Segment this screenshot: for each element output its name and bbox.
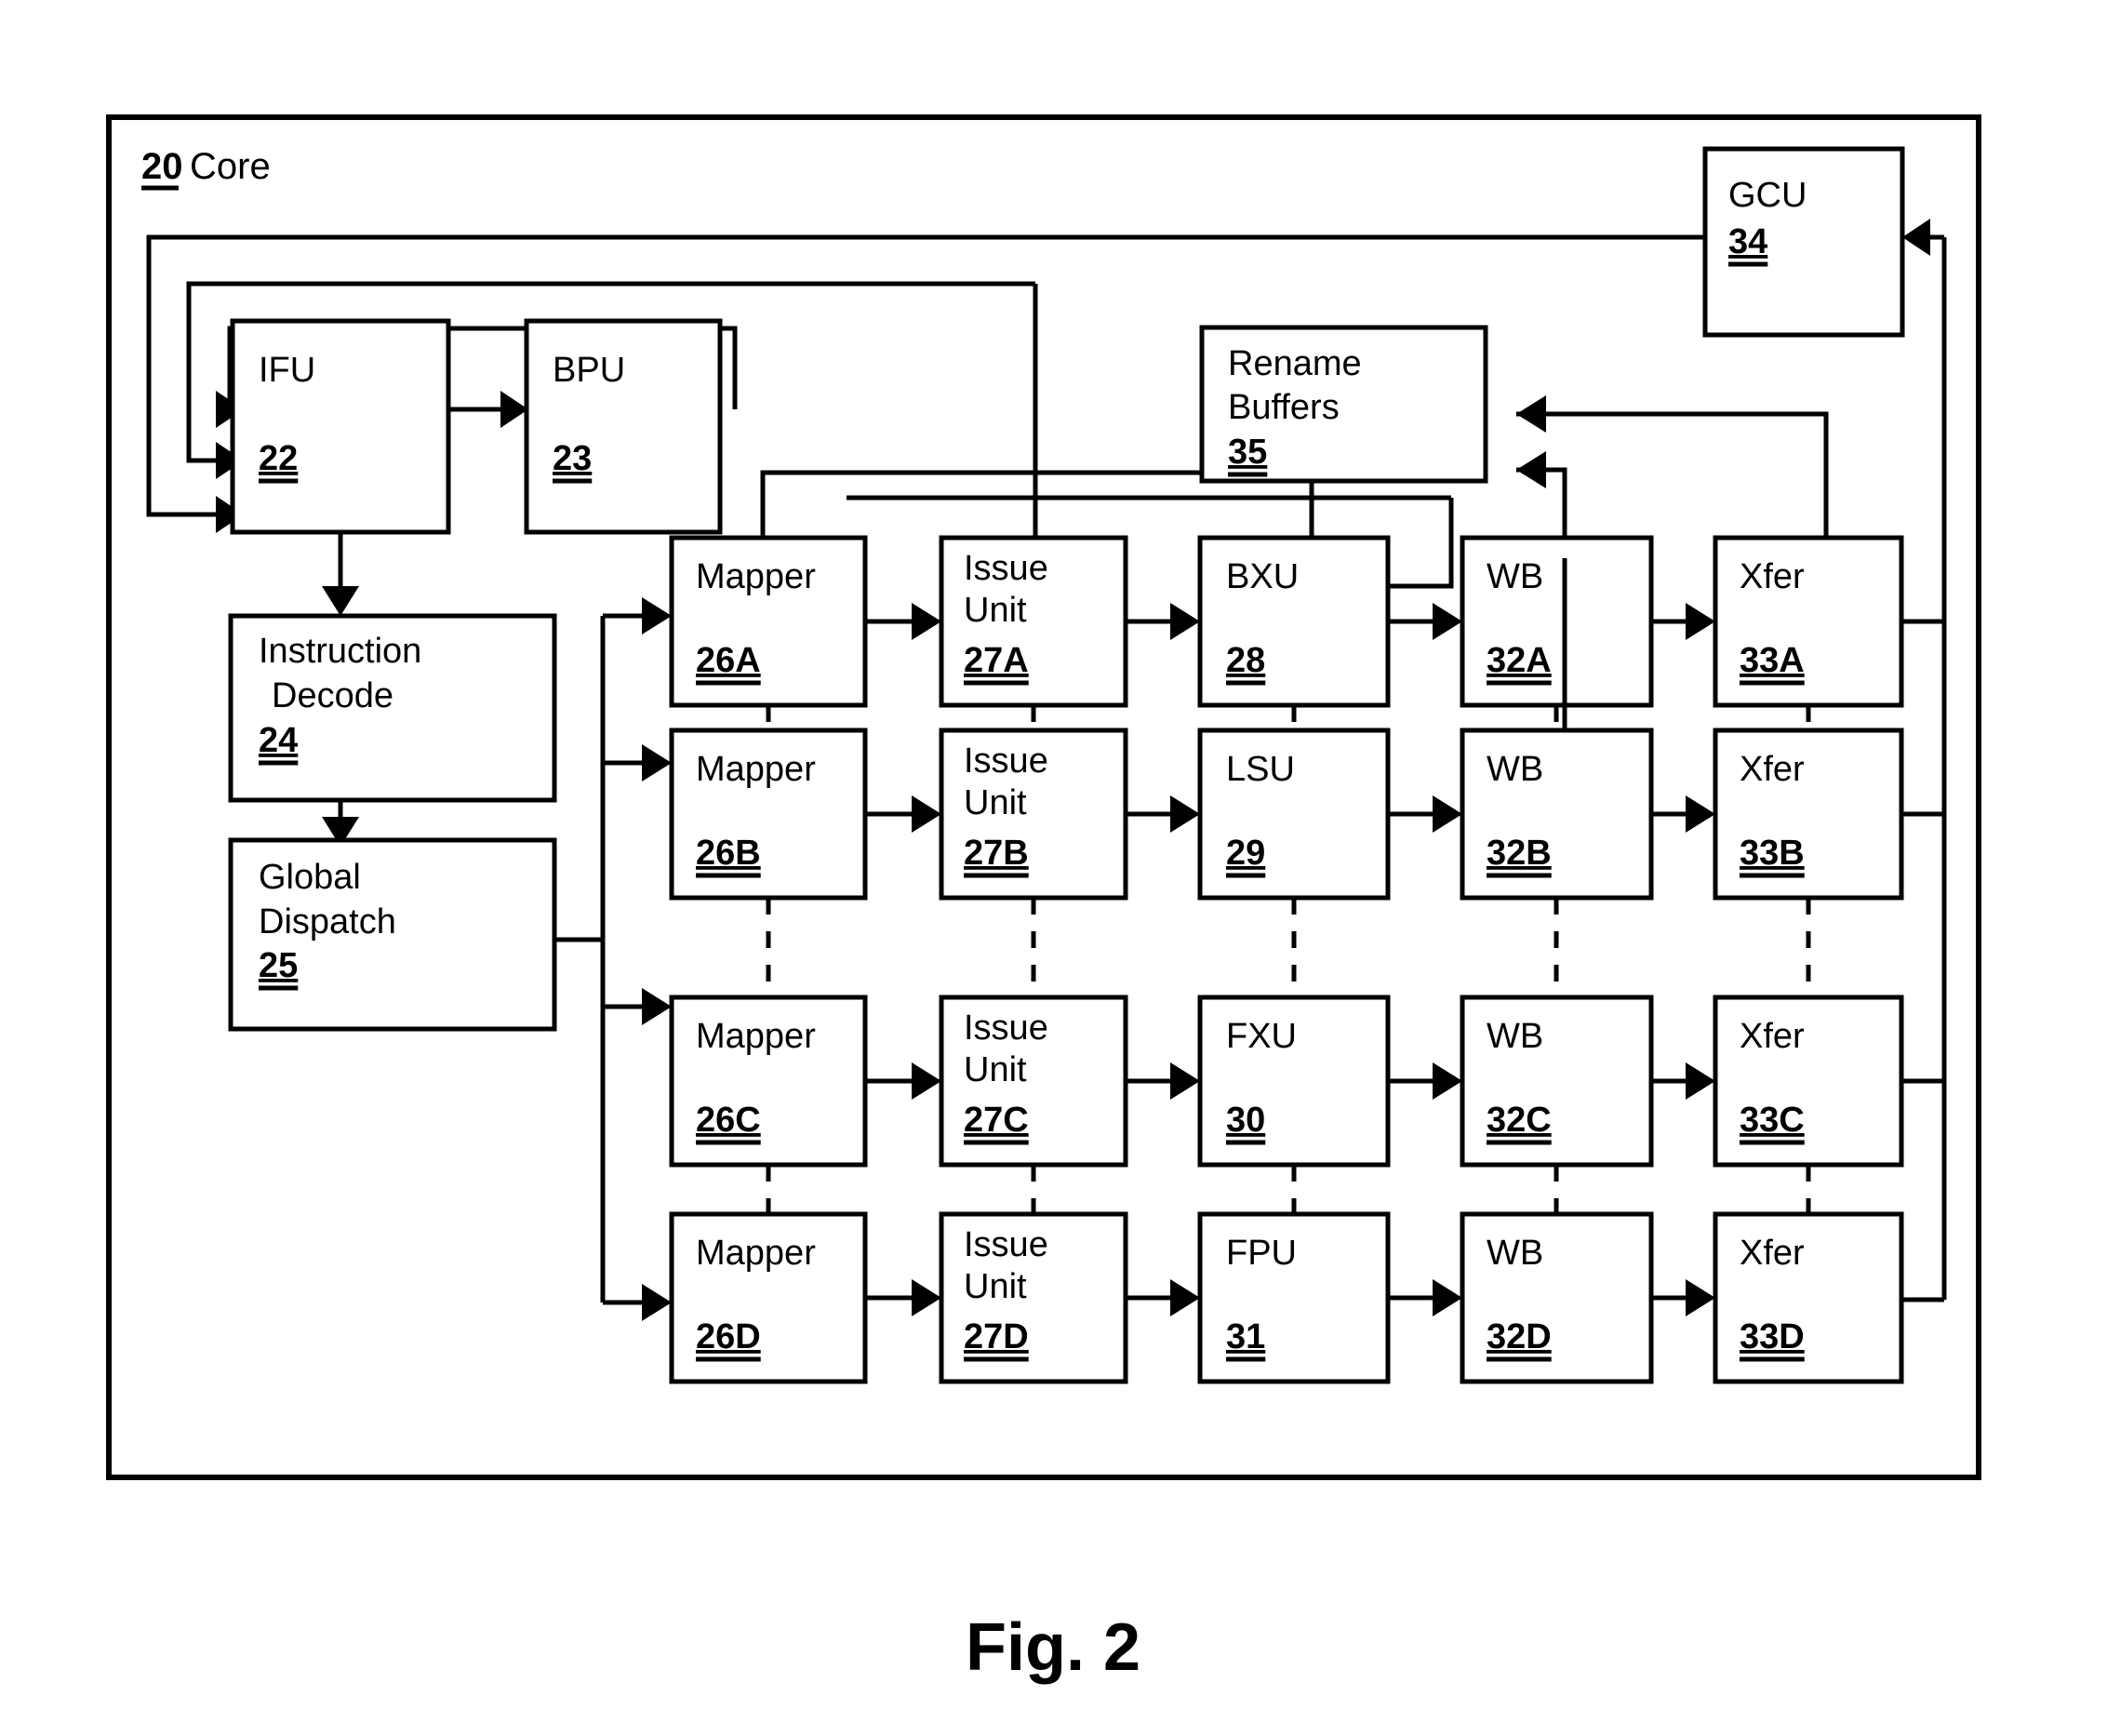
rename-buffers-label-line2: Buffers bbox=[1228, 388, 1340, 427]
wb-a-to-xfer-a-arrowhead bbox=[1686, 603, 1715, 640]
ifu-ref-number: 22 bbox=[259, 439, 298, 478]
bus-to-mapper-b-arrowhead bbox=[642, 744, 672, 781]
wb-c-to-xfer-c-arrowhead bbox=[1686, 1062, 1715, 1100]
lsu-ref-number: 29 bbox=[1226, 834, 1265, 873]
issue-a-label-line1: Issue bbox=[964, 549, 1048, 588]
global-dispatch-label-line2: Dispatch bbox=[259, 902, 396, 941]
rename-buffers-label-line1: Rename bbox=[1228, 344, 1362, 383]
return-bus-to-gcu-arrowhead bbox=[1902, 219, 1930, 256]
xfer-b-label: Xfer bbox=[1740, 750, 1805, 789]
issue-c-label-line1: Issue bbox=[964, 1008, 1048, 1048]
rename-buffers-ref-number: 35 bbox=[1228, 433, 1267, 472]
fpu-to-wb-d-arrowhead bbox=[1433, 1279, 1462, 1316]
wb-d-ref-number: 32D bbox=[1487, 1317, 1552, 1356]
gcu-ref-number: 34 bbox=[1728, 222, 1767, 261]
mapper-a-to-issue-a-arrowhead bbox=[912, 603, 941, 640]
lsu-to-wb-b-arrowhead bbox=[1433, 795, 1462, 833]
mapper-d-label: Mapper bbox=[696, 1234, 816, 1273]
mapper-c-to-issue-c-arrowhead bbox=[912, 1062, 941, 1100]
bxu-label: BXU bbox=[1226, 557, 1299, 596]
issue-c-label-line2: Unit bbox=[964, 1050, 1027, 1089]
core-title-label: Core bbox=[190, 146, 271, 187]
ifu-to-decode-arrowhead bbox=[322, 586, 359, 616]
instruction-decode-label-line1: Instruction bbox=[259, 632, 421, 671]
issue-c-to-fxu-arrowhead bbox=[1170, 1062, 1200, 1100]
bus-to-mapper-d-arrowhead bbox=[642, 1284, 672, 1321]
bxu-to-wb-a-arrowhead bbox=[1433, 603, 1462, 640]
wb-a-label: WB bbox=[1487, 557, 1543, 596]
wb-b-label: WB bbox=[1487, 750, 1543, 789]
patent-figure: 20 Core IFU 22 BPU 23 Instruction Decode… bbox=[0, 0, 2107, 1736]
xfer-d-label: Xfer bbox=[1740, 1234, 1805, 1273]
fxu-to-wb-c-arrowhead bbox=[1433, 1062, 1462, 1100]
bpu-label: BPU bbox=[553, 351, 625, 390]
issue-d-to-fpu-arrowhead bbox=[1170, 1279, 1200, 1316]
issue-b-to-lsu-arrowhead bbox=[1170, 795, 1200, 833]
issue-d-label-line2: Unit bbox=[964, 1267, 1027, 1306]
wb-b-ref-number: 32B bbox=[1487, 834, 1552, 873]
wb-c-label: WB bbox=[1487, 1017, 1543, 1056]
wb-c-ref-number: 32C bbox=[1487, 1101, 1552, 1140]
xfer-d-ref-number: 33D bbox=[1740, 1317, 1805, 1356]
mapper-c-label: Mapper bbox=[696, 1017, 816, 1056]
core-ref-number: 20 bbox=[141, 146, 183, 187]
fxu-label: FXU bbox=[1226, 1017, 1297, 1056]
wb-b-to-xfer-b-arrowhead bbox=[1686, 795, 1715, 833]
fxu-ref-number: 30 bbox=[1226, 1101, 1265, 1140]
global-dispatch-ref-number: 25 bbox=[259, 946, 298, 985]
lsu-label: LSU bbox=[1226, 750, 1295, 789]
issue-d-label-line1: Issue bbox=[964, 1225, 1048, 1264]
wb-to-rename-upper-wire bbox=[1544, 411, 1829, 441]
mapper-a-ref-number: 26A bbox=[696, 641, 761, 680]
xfer-c-ref-number: 33C bbox=[1740, 1101, 1805, 1140]
issue-a-label-line2: Unit bbox=[964, 591, 1027, 630]
mapper-c-ref-number: 26C bbox=[696, 1101, 761, 1140]
mapper-d-ref-number: 26D bbox=[696, 1317, 761, 1356]
global-dispatch-label-line1: Global bbox=[259, 858, 361, 897]
xfer-a-ref-number: 33A bbox=[1740, 641, 1805, 680]
bxu-ref-number: 28 bbox=[1226, 641, 1265, 680]
instruction-decode-ref-number: 24 bbox=[259, 721, 298, 760]
issue-a-ref-number: 27A bbox=[964, 641, 1029, 680]
mapper-b-ref-number: 26B bbox=[696, 834, 761, 873]
bpu-ref-number: 23 bbox=[553, 439, 592, 478]
core-block-diagram: 20 Core IFU 22 BPU 23 Instruction Decode… bbox=[106, 114, 1981, 1685]
ifu-label: IFU bbox=[259, 351, 315, 390]
gcu-label: GCU bbox=[1728, 176, 1807, 215]
issue-b-label-line2: Unit bbox=[964, 783, 1027, 822]
figure-caption: Fig. 2 bbox=[966, 1610, 1140, 1685]
wb-a-ref-number: 32A bbox=[1487, 641, 1552, 680]
xfer-b-ref-number: 33B bbox=[1740, 834, 1805, 873]
issue-b-ref-number: 27B bbox=[964, 834, 1029, 873]
issue-d-ref-number: 27D bbox=[964, 1317, 1029, 1356]
wb-d-label: WB bbox=[1487, 1234, 1543, 1273]
bus-to-mapper-c-arrowhead bbox=[642, 988, 672, 1025]
mapper-b-label: Mapper bbox=[696, 750, 816, 789]
wb-d-to-xfer-d-arrowhead bbox=[1686, 1279, 1715, 1316]
xfer-c-label: Xfer bbox=[1740, 1017, 1805, 1056]
issue-a-to-bxu-arrowhead bbox=[1170, 603, 1200, 640]
fpu-label: FPU bbox=[1226, 1234, 1297, 1273]
mapper-a-label: Mapper bbox=[696, 557, 816, 596]
xfer-a-label: Xfer bbox=[1740, 557, 1805, 596]
mapper-d-to-issue-d-arrowhead bbox=[912, 1279, 941, 1316]
issue-b-label-line1: Issue bbox=[964, 741, 1048, 781]
mapper-b-to-issue-b-arrowhead bbox=[912, 795, 941, 833]
fpu-ref-number: 31 bbox=[1226, 1317, 1265, 1356]
issue-c-ref-number: 27C bbox=[964, 1101, 1029, 1140]
bxu-to-rename-branch-wire bbox=[1388, 498, 1454, 589]
instruction-decode-label-line2: Decode bbox=[272, 676, 393, 715]
bus-to-mapper-a-arrowhead bbox=[642, 597, 672, 634]
